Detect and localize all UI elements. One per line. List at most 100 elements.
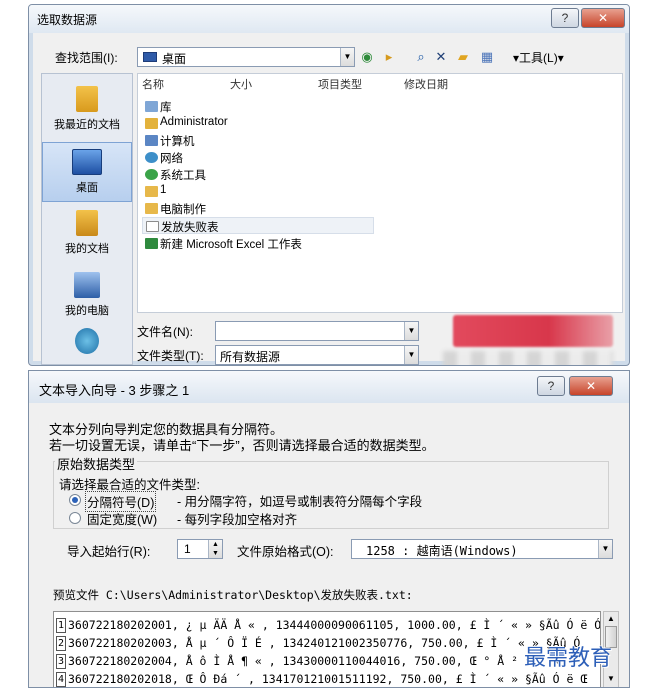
- column-header-modified[interactable]: 修改日期: [404, 76, 448, 92]
- preview-line: 4 360722180202018, Œ Ô Ðá ´ , 13417012100…: [56, 672, 596, 687]
- list-item-selected[interactable]: 发放失败表: [142, 217, 374, 234]
- place-my-documents[interactable]: 我的文档: [42, 204, 132, 264]
- look-in-value: 桌面: [162, 52, 187, 66]
- file-type-value: 所有数据源: [220, 350, 281, 364]
- file-name: 库: [160, 102, 172, 114]
- chevron-down-icon[interactable]: ▼: [340, 48, 354, 66]
- list-item[interactable]: 1: [142, 183, 374, 200]
- spin-arrows-icon[interactable]: ▲ ▼: [208, 540, 222, 558]
- back-icon[interactable]: ◉: [359, 49, 375, 65]
- file-list: 名称 大小 项目类型 修改日期 库 Administrator 计算机 网络 系…: [137, 73, 623, 313]
- folder-icon: [145, 186, 158, 197]
- fixed-width-desc: - 每列字段加空格对齐: [177, 513, 298, 527]
- preview-pane[interactable]: 1 360722180202001, ¿ µ ÄÄ Å « , 134440000…: [53, 611, 601, 687]
- list-item[interactable]: 系统工具: [142, 166, 374, 183]
- file-origin-value: 1258 : 越南语(Windows): [366, 544, 518, 558]
- group-title: 原始数据类型: [55, 454, 138, 473]
- place-my-computer[interactable]: 我的电脑: [42, 266, 132, 326]
- dialog1-title: 选取数据源: [37, 13, 98, 27]
- file-name: 系统工具: [160, 170, 206, 182]
- select-data-source-dialog: 选取数据源 ? ✕ 查找范围(I): 桌面 ▼ ◉ ▸ ⌕ ✕ ▰ ▦ ▾工具(…: [28, 4, 630, 366]
- fixed-width-label[interactable]: 固定宽度(W): [87, 509, 157, 528]
- scroll-up-icon[interactable]: ▲: [607, 614, 615, 623]
- system-tools-icon: [145, 169, 158, 180]
- file-name: 新建 Microsoft Excel 工作表: [160, 239, 302, 251]
- file-name: 计算机: [160, 136, 195, 148]
- chevron-down-icon[interactable]: ▼: [404, 346, 418, 364]
- recent-docs-icon: [76, 86, 98, 112]
- line-text: 360722180202004, Å ô Ì Å ¶ « , 134300001…: [68, 654, 560, 668]
- my-documents-icon: [76, 210, 98, 236]
- file-type-select[interactable]: 所有数据源 ▼: [215, 345, 419, 365]
- chevron-down-icon[interactable]: ▼: [404, 322, 418, 340]
- file-type-label: 文件类型(T):: [137, 349, 204, 363]
- dialog1-body: 查找范围(I): 桌面 ▼ ◉ ▸ ⌕ ✕ ▰ ▦ ▾工具(L)▾ 我最近的文档…: [33, 33, 625, 365]
- dialog2-close-button[interactable]: ✕: [569, 376, 613, 396]
- file-name: 发放失败表: [161, 222, 219, 234]
- delimited-radio[interactable]: [69, 494, 81, 506]
- place-label: 我的文档: [65, 243, 109, 255]
- fixed-width-radio[interactable]: [69, 512, 81, 524]
- file-name: Administrator: [160, 116, 228, 128]
- place-recent-docs[interactable]: 我最近的文档: [42, 80, 132, 140]
- line-text: 360722180202001, ¿ µ ÄÄ Å « , 1344400009…: [68, 618, 601, 632]
- computer-icon: [145, 135, 158, 146]
- list-item[interactable]: 库: [142, 98, 374, 115]
- start-row-label: 导入起始行(R):: [67, 545, 151, 559]
- scroll-down-icon[interactable]: ▼: [607, 674, 615, 683]
- dialog2-titlebar: 文本导入向导 - 3 步骤之 1 ? ✕: [29, 371, 629, 403]
- redacted-area: [443, 351, 613, 365]
- chevron-down-icon[interactable]: ▼: [598, 540, 612, 558]
- places-bar: 我最近的文档 桌面 我的文档 我的电脑: [41, 73, 133, 365]
- tools-button[interactable]: ▾工具(L)▾: [513, 49, 564, 66]
- file-origin-select[interactable]: 1258 : 越南语(Windows) ▼: [351, 539, 613, 559]
- dialog1-close-button[interactable]: ✕: [581, 8, 625, 28]
- folder-icon: [145, 203, 158, 214]
- list-item[interactable]: Administrator: [142, 115, 374, 132]
- list-item[interactable]: 网络: [142, 149, 374, 166]
- preview-label: 预览文件 C:\Users\Administrator\Desktop\发放失败…: [53, 588, 413, 602]
- file-name: 网络: [160, 153, 183, 165]
- preview-line: 3 360722180202004, Å ô Ì Å ¶ « , 13430000…: [56, 654, 596, 671]
- place-network[interactable]: [42, 322, 132, 362]
- look-in-label: 查找范围(I):: [55, 51, 118, 65]
- new-folder-icon[interactable]: ▰: [455, 49, 471, 65]
- excel-file-icon: [145, 238, 158, 249]
- line-text: 360722180202003, Å µ ´ Ô Ï É , 134240121…: [68, 636, 581, 650]
- place-label: 我的电脑: [65, 305, 109, 317]
- text-file-icon: [146, 221, 159, 232]
- column-header-size[interactable]: 大小: [230, 76, 252, 92]
- my-computer-icon: [74, 272, 100, 298]
- dialog1-help-button[interactable]: ?: [551, 8, 579, 28]
- file-name: 1: [160, 184, 167, 196]
- views-icon[interactable]: ▦: [479, 49, 495, 65]
- intro-text-line2: 若一切设置无误，请单击“下一步”，否则请选择最合适的数据类型。: [49, 438, 435, 453]
- list-item[interactable]: 电脑制作: [142, 200, 374, 217]
- list-item[interactable]: 新建 Microsoft Excel 工作表: [142, 235, 374, 252]
- network-icon: [75, 328, 99, 354]
- dialog2-help-button[interactable]: ?: [537, 376, 565, 396]
- look-in-combo[interactable]: 桌面 ▼: [137, 47, 355, 67]
- line-number: 2: [56, 636, 66, 651]
- line-number: 3: [56, 654, 66, 669]
- column-header-type[interactable]: 项目类型: [318, 76, 362, 92]
- file-name-field[interactable]: ▼: [215, 321, 419, 341]
- library-icon: [145, 101, 158, 112]
- file-name-label: 文件名(N):: [137, 325, 193, 339]
- redacted-button-area: [453, 315, 613, 347]
- delete-icon[interactable]: ✕: [433, 49, 449, 65]
- line-number: 4: [56, 672, 66, 687]
- place-label: 我最近的文档: [54, 119, 120, 131]
- delimited-desc: - 用分隔字符，如逗号或制表符分隔每个字段: [177, 495, 423, 509]
- desktop-icon: [72, 149, 102, 175]
- network-icon: [145, 152, 158, 163]
- preview-line: 1 360722180202001, ¿ µ ÄÄ Å « , 134440000…: [56, 618, 600, 635]
- up-folder-icon[interactable]: ▸: [381, 49, 397, 65]
- start-row-value: 1: [184, 542, 191, 556]
- list-item[interactable]: 计算机: [142, 132, 374, 149]
- start-row-stepper[interactable]: 1 ▲ ▼: [177, 539, 223, 559]
- search-web-icon[interactable]: ⌕: [413, 49, 429, 65]
- preview-line: 2 360722180202003, Å µ ´ Ô Ï É , 13424012…: [56, 636, 596, 653]
- place-desktop[interactable]: 桌面: [42, 142, 132, 202]
- column-header-name[interactable]: 名称: [142, 76, 164, 92]
